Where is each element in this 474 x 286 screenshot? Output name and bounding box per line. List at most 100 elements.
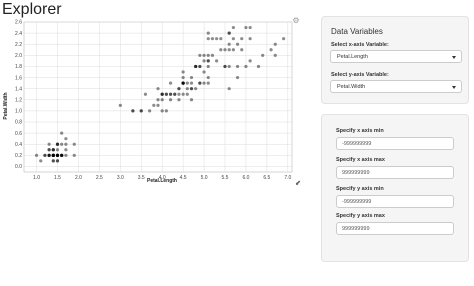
data-point	[223, 64, 227, 69]
data-point	[51, 153, 55, 157]
x-min-value: -999999999	[342, 141, 372, 147]
data-point	[210, 53, 215, 57]
x-tick-label: 6.0	[242, 175, 249, 181]
y-tick-label: 0.8	[15, 120, 22, 126]
data-point	[194, 87, 198, 91]
y-select-label: Select y-axis Variable:	[331, 72, 389, 78]
data-point	[227, 87, 231, 91]
y-tick-label: 2.6	[15, 20, 22, 26]
y-axis-select[interactable]: Petal.Width	[330, 80, 462, 93]
data-point	[168, 81, 173, 85]
data-point	[227, 42, 231, 46]
x-tick-label: 2.5	[96, 175, 103, 181]
data-point	[185, 92, 189, 96]
data-point	[235, 75, 240, 80]
data-point	[231, 48, 235, 52]
data-point	[156, 103, 160, 107]
x-tick-label: 1.5	[54, 175, 61, 181]
data-point	[231, 25, 235, 30]
plot-grid	[23, 21, 293, 173]
data-variables-panel: Data Variables Select x-axis Variable: P…	[321, 16, 469, 104]
x-select-label: Select x-axis Variable:	[331, 42, 389, 48]
data-point	[248, 25, 252, 30]
data-point	[47, 153, 51, 157]
y-min-input[interactable]: -999999999	[336, 195, 454, 208]
y-tick-label: 1.2	[15, 97, 22, 103]
data-point	[64, 137, 68, 141]
data-point	[60, 131, 64, 135]
y-tick-label: 2.4	[15, 31, 22, 37]
y-tick-label: 0.6	[15, 131, 22, 137]
y-axis-title: Petal.Width	[3, 92, 9, 119]
x-tick-label: 1.0	[33, 175, 40, 181]
axis-limits-panel: Specify x axis min -999999999 Specify x …	[321, 114, 469, 262]
data-point	[160, 98, 164, 102]
chevron-down-icon	[452, 86, 456, 89]
x-tick-label: 3.5	[138, 175, 145, 181]
data-point	[235, 42, 240, 46]
x-tick-label: 2.0	[75, 175, 82, 181]
data-point	[223, 48, 227, 52]
data-point	[185, 87, 189, 91]
data-point	[60, 142, 64, 146]
data-point	[168, 98, 173, 102]
data-point	[55, 142, 60, 146]
gear-icon[interactable]: ⚙	[292, 17, 300, 25]
data-point	[206, 53, 210, 57]
y-min-value: -999999999	[342, 199, 372, 205]
chevron-down-icon	[452, 56, 456, 59]
data-point	[139, 109, 143, 113]
scatter-plot[interactable]: 1.0 1.5 2.0 2.5 3.0 3.5 4.0 4.5 5.0 5.5 6.0 6.5 7.0 0…	[0, 16, 304, 188]
y-tick-label: 0.2	[15, 153, 22, 159]
data-point	[202, 81, 206, 85]
data-point	[181, 75, 185, 80]
data-point	[215, 37, 219, 41]
data-point	[219, 48, 223, 52]
data-point	[189, 98, 194, 102]
data-point	[164, 109, 168, 113]
data-point	[181, 70, 185, 74]
x-min-input[interactable]: -999999999	[336, 137, 454, 150]
data-point	[206, 31, 210, 35]
y-max-label: Specify y axis max	[336, 213, 385, 219]
data-point	[177, 92, 181, 96]
data-point	[72, 142, 76, 146]
data-point	[261, 53, 265, 57]
resize-handle-icon[interactable]: ⬋	[295, 180, 302, 187]
data-point	[118, 103, 122, 107]
data-point	[202, 53, 206, 57]
data-point	[64, 148, 68, 152]
x-max-label: Specify x axis max	[336, 157, 385, 163]
data-point	[202, 70, 206, 74]
data-point	[148, 109, 152, 113]
data-point	[181, 81, 185, 85]
data-point	[210, 37, 215, 41]
data-point	[282, 37, 286, 41]
data-point	[202, 59, 206, 63]
data-point	[244, 25, 248, 30]
x-max-input[interactable]: 999999999	[336, 166, 454, 179]
data-point	[39, 159, 43, 163]
data-point	[72, 153, 76, 157]
x-axis-select[interactable]: Petal.Length	[330, 50, 462, 63]
data-point	[198, 53, 202, 57]
y-tick-label: 0.4	[15, 142, 22, 148]
data-point	[156, 87, 160, 91]
data-point	[273, 42, 277, 46]
scatter-plot-svg[interactable]: 1.0 1.5 2.0 2.5 3.0 3.5 4.0 4.5 5.0 5.5 6.0 6.5 7.00…	[0, 16, 304, 188]
y-min-label: Specify y axis min	[336, 186, 384, 192]
data-point	[240, 37, 244, 41]
data-point	[55, 159, 60, 163]
data-point	[160, 109, 164, 113]
data-point	[235, 64, 240, 69]
y-max-value: 999999999	[342, 226, 370, 232]
data-point	[131, 109, 135, 113]
data-point	[206, 37, 210, 41]
data-point	[43, 153, 47, 157]
plot-frame	[23, 21, 293, 173]
y-max-input[interactable]: 999999999	[336, 222, 454, 235]
panel-title: Data Variables	[331, 27, 383, 36]
data-point	[55, 148, 60, 152]
data-point	[189, 75, 194, 80]
data-point	[269, 48, 273, 52]
